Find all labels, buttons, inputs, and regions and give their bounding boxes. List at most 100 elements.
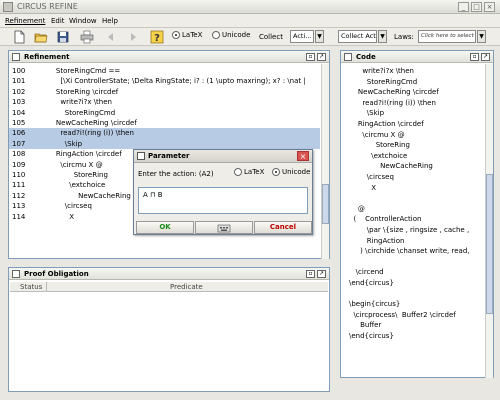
code-panel-line: \circprocess\ Buffer2 \circdef bbox=[349, 310, 456, 319]
print-icon[interactable] bbox=[80, 30, 94, 44]
menu-help[interactable]: Help bbox=[102, 17, 118, 25]
code-panel: Code ▫ ↗ write?i?x \then StoreRingCmd Ne… bbox=[340, 50, 494, 378]
proof-panel-title: Proof Obligation bbox=[24, 270, 89, 278]
code-line[interactable]: 105 NewCacheRing \circdef bbox=[9, 118, 320, 128]
collect-action-combo[interactable]: Collect Act... bbox=[338, 30, 377, 43]
line-number: 106 bbox=[12, 129, 26, 138]
close-window-button[interactable]: × bbox=[484, 2, 495, 12]
unicode-radio[interactable]: Unicode bbox=[212, 31, 250, 39]
keyboard-icon bbox=[217, 224, 231, 233]
code-line[interactable]: 104 StoreRingCmd bbox=[9, 108, 320, 118]
code-scrollbar[interactable] bbox=[485, 64, 493, 378]
code-panel-line: ) \circhide \chanset write, read, bbox=[349, 247, 472, 256]
refinement-scroll-thumb[interactable] bbox=[322, 184, 329, 224]
code-line[interactable]: 102 StoreRing \circdef bbox=[9, 87, 320, 97]
unicode-radio-label: Unicode bbox=[222, 31, 251, 39]
panel-maximize-icon[interactable]: ↗ bbox=[481, 53, 490, 61]
menu-refinement[interactable]: Refinement bbox=[5, 17, 45, 25]
latex-radio-label: LaTeX bbox=[182, 31, 203, 39]
line-text: NewCacheRing \circdef bbox=[47, 119, 137, 127]
line-text: StoreRing bbox=[47, 171, 108, 179]
code-panel-line: \Skip bbox=[349, 109, 385, 118]
code-panel-line: ( ControllerAction bbox=[349, 215, 422, 224]
code-line[interactable]: 103 write?i?x \then bbox=[9, 97, 320, 107]
dialog-prompt: Enter the action: (A2) bbox=[138, 170, 214, 178]
minimize-button[interactable]: _ bbox=[458, 2, 469, 12]
code-panel-line: Buffer bbox=[349, 321, 382, 330]
proof-panel-header: Proof Obligation ▫ ↗ bbox=[9, 268, 329, 280]
laws-combo-arrow-icon[interactable]: ▼ bbox=[477, 30, 486, 43]
latex-radio[interactable]: LaTeX bbox=[172, 31, 202, 39]
line-text: X bbox=[47, 212, 75, 221]
code-panel-line: \extchoice bbox=[349, 151, 408, 160]
code-line[interactable]: 106 read?i!(ring (i)) \then bbox=[9, 128, 320, 139]
refinement-panel-header: Refinement ▫ ↗ bbox=[9, 51, 329, 63]
dialog-close-icon[interactable]: × bbox=[297, 151, 309, 161]
column-predicate[interactable]: Predicate bbox=[170, 283, 203, 291]
line-text: read?i!(ring (i)) \then bbox=[47, 129, 134, 138]
ok-button[interactable]: OK bbox=[136, 221, 194, 234]
dialog-unicode-radio[interactable]: Unicode bbox=[272, 168, 310, 176]
maximize-button[interactable]: □ bbox=[471, 2, 482, 12]
action-combo-arrow-icon[interactable]: ▼ bbox=[315, 30, 324, 43]
code-panel-line: \circseq bbox=[349, 173, 394, 181]
app-icon bbox=[3, 2, 13, 12]
new-file-icon[interactable] bbox=[12, 30, 26, 44]
dialog-unicode-radio-dot bbox=[272, 168, 280, 176]
forward-arrow-icon[interactable] bbox=[126, 30, 140, 44]
window-title: CIRCUS REFINE bbox=[17, 2, 78, 11]
action-input[interactable]: A ⊓ B bbox=[138, 187, 308, 214]
laws-label: Laws: bbox=[394, 33, 414, 41]
cancel-button[interactable]: Cancel bbox=[254, 221, 312, 234]
panel-restore-icon[interactable]: ▫ bbox=[306, 53, 315, 61]
menu-edit[interactable]: Edit bbox=[51, 17, 65, 25]
line-number: 110 bbox=[12, 171, 26, 179]
line-text: \Skip bbox=[47, 139, 83, 148]
code-viewer[interactable]: write?i?x \then StoreRingCmd NewCacheRin… bbox=[341, 64, 484, 378]
code-line[interactable]: 101 [\Xi ControllerState; \Delta RingSta… bbox=[9, 76, 320, 86]
dialog-latex-radio[interactable]: LaTeX bbox=[234, 168, 264, 176]
panel-restore-icon[interactable]: ▫ bbox=[306, 270, 315, 278]
line-text: \extchoice bbox=[47, 181, 106, 190]
panel-maximize-icon[interactable]: ↗ bbox=[317, 270, 326, 278]
line-text: StoreRingCmd == bbox=[47, 67, 121, 75]
collect-action-combo-arrow-icon[interactable]: ▼ bbox=[378, 30, 387, 43]
code-panel-line: write?i?x \then bbox=[349, 67, 414, 75]
code-panel-line: StoreRingCmd bbox=[349, 77, 418, 86]
line-number: 113 bbox=[12, 202, 26, 211]
refinement-panel-title: Refinement bbox=[24, 53, 70, 61]
open-folder-icon[interactable] bbox=[34, 30, 48, 44]
code-panel-line: RingAction \circdef bbox=[349, 120, 424, 128]
collect-label: Collect bbox=[259, 33, 283, 41]
code-panel-line: @ bbox=[349, 204, 365, 213]
line-number: 112 bbox=[12, 191, 26, 200]
column-status[interactable]: Status bbox=[20, 283, 42, 291]
line-number: 108 bbox=[12, 150, 26, 159]
code-line[interactable]: 100 StoreRingCmd == bbox=[9, 66, 320, 76]
code-scroll-thumb[interactable] bbox=[486, 174, 493, 314]
action-combo[interactable]: Acti... bbox=[290, 30, 314, 43]
panel-icon bbox=[12, 53, 20, 61]
code-panel-line: StoreRing bbox=[349, 141, 410, 150]
help-icon[interactable]: ? bbox=[150, 30, 164, 44]
dialog-latex-radio-dot bbox=[234, 168, 242, 176]
code-panel-line: NewCacheRing bbox=[349, 162, 433, 171]
code-line[interactable]: 107 \Skip bbox=[9, 138, 320, 150]
back-arrow-icon[interactable] bbox=[104, 30, 118, 44]
panel-maximize-icon[interactable]: ↗ bbox=[317, 53, 326, 61]
save-icon[interactable] bbox=[56, 30, 70, 44]
line-text: write?i?x \then bbox=[47, 98, 112, 107]
panel-restore-icon[interactable]: ▫ bbox=[470, 53, 479, 61]
refinement-scrollbar[interactable] bbox=[321, 64, 329, 259]
line-text: StoreRing \circdef bbox=[47, 87, 119, 96]
dialog-title-bar: Parameter × bbox=[134, 150, 312, 163]
laws-combo[interactable]: Click here to select bbox=[418, 30, 476, 43]
code-panel-line: NewCacheRing \circdef bbox=[349, 88, 439, 97]
dialog-unicode-label: Unicode bbox=[282, 168, 311, 176]
dialog-latex-label: LaTeX bbox=[244, 168, 265, 176]
line-number: 111 bbox=[12, 181, 26, 190]
symbols-button[interactable] bbox=[195, 221, 253, 234]
menu-window[interactable]: Window bbox=[69, 17, 97, 25]
line-number: 109 bbox=[12, 160, 26, 169]
code-panel-header: Code ▫ ↗ bbox=[341, 51, 493, 63]
